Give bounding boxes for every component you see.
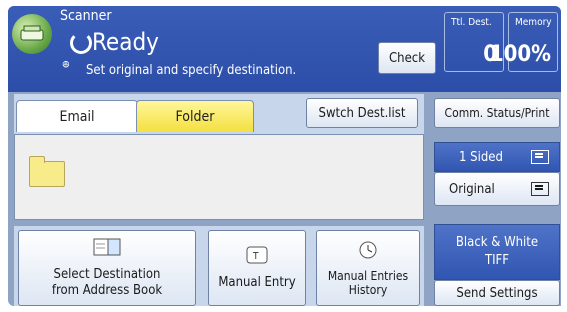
tab-email[interactable]: Email — [16, 100, 138, 132]
manual-entries-history-button[interactable]: Manual Entries History — [316, 230, 420, 306]
clock-icon — [358, 240, 378, 263]
text-entry-icon: T — [246, 246, 268, 269]
manual-entry-button[interactable]: T Manual Entry — [208, 230, 306, 306]
destination-panel — [14, 134, 424, 220]
status-message: Set original and specify destination. — [86, 63, 297, 78]
send-settings-button[interactable]: Send Settings — [434, 280, 560, 306]
color-mode-line2: TIFF — [484, 253, 510, 268]
select-destination-line1: Select Destination — [53, 266, 161, 282]
memory-label: Memory — [515, 17, 552, 28]
manual-entry-label: Manual Entry — [218, 274, 296, 290]
svg-text:T: T — [252, 251, 259, 262]
scanner-screen: Scanner Ready ꔮ Set original and specify… — [0, 0, 567, 312]
status-dots-icon: ꔮ — [62, 60, 70, 71]
sided-icon — [531, 150, 549, 164]
select-destination-line2: from Address Book — [51, 282, 163, 298]
memory-counter: Memory 100% — [490, 12, 558, 72]
check-button[interactable]: Check — [378, 42, 436, 74]
sided-label: 1 Sided — [459, 149, 503, 165]
address-book-icon — [93, 238, 121, 261]
memory-value: 100% — [489, 42, 551, 67]
comm-status-print-button[interactable]: Comm. Status/Print — [434, 98, 560, 128]
color-mode-button[interactable]: Black & White TIFF — [434, 224, 560, 280]
original-button[interactable]: Original — [434, 172, 560, 206]
history-line2: History — [348, 282, 388, 297]
mode-label: Scanner — [60, 8, 112, 24]
original-icon — [531, 182, 549, 196]
original-label: Original — [449, 181, 495, 197]
color-mode-line1: Black & White — [455, 235, 539, 250]
history-line1: Manual Entries — [327, 268, 409, 283]
ready-icon — [70, 32, 92, 54]
tab-folder[interactable]: Folder — [136, 100, 254, 132]
select-destination-button[interactable]: Select Destination from Address Book — [18, 230, 196, 306]
folder-icon[interactable] — [29, 156, 65, 187]
sided-button[interactable]: 1 Sided — [434, 142, 560, 172]
scanner-icon — [12, 14, 52, 54]
switch-dest-list-button[interactable]: Swtch Dest.list — [306, 98, 418, 128]
ttl-dest-label: Ttl. Dest. — [451, 17, 492, 28]
status-ready: Ready — [92, 28, 159, 56]
